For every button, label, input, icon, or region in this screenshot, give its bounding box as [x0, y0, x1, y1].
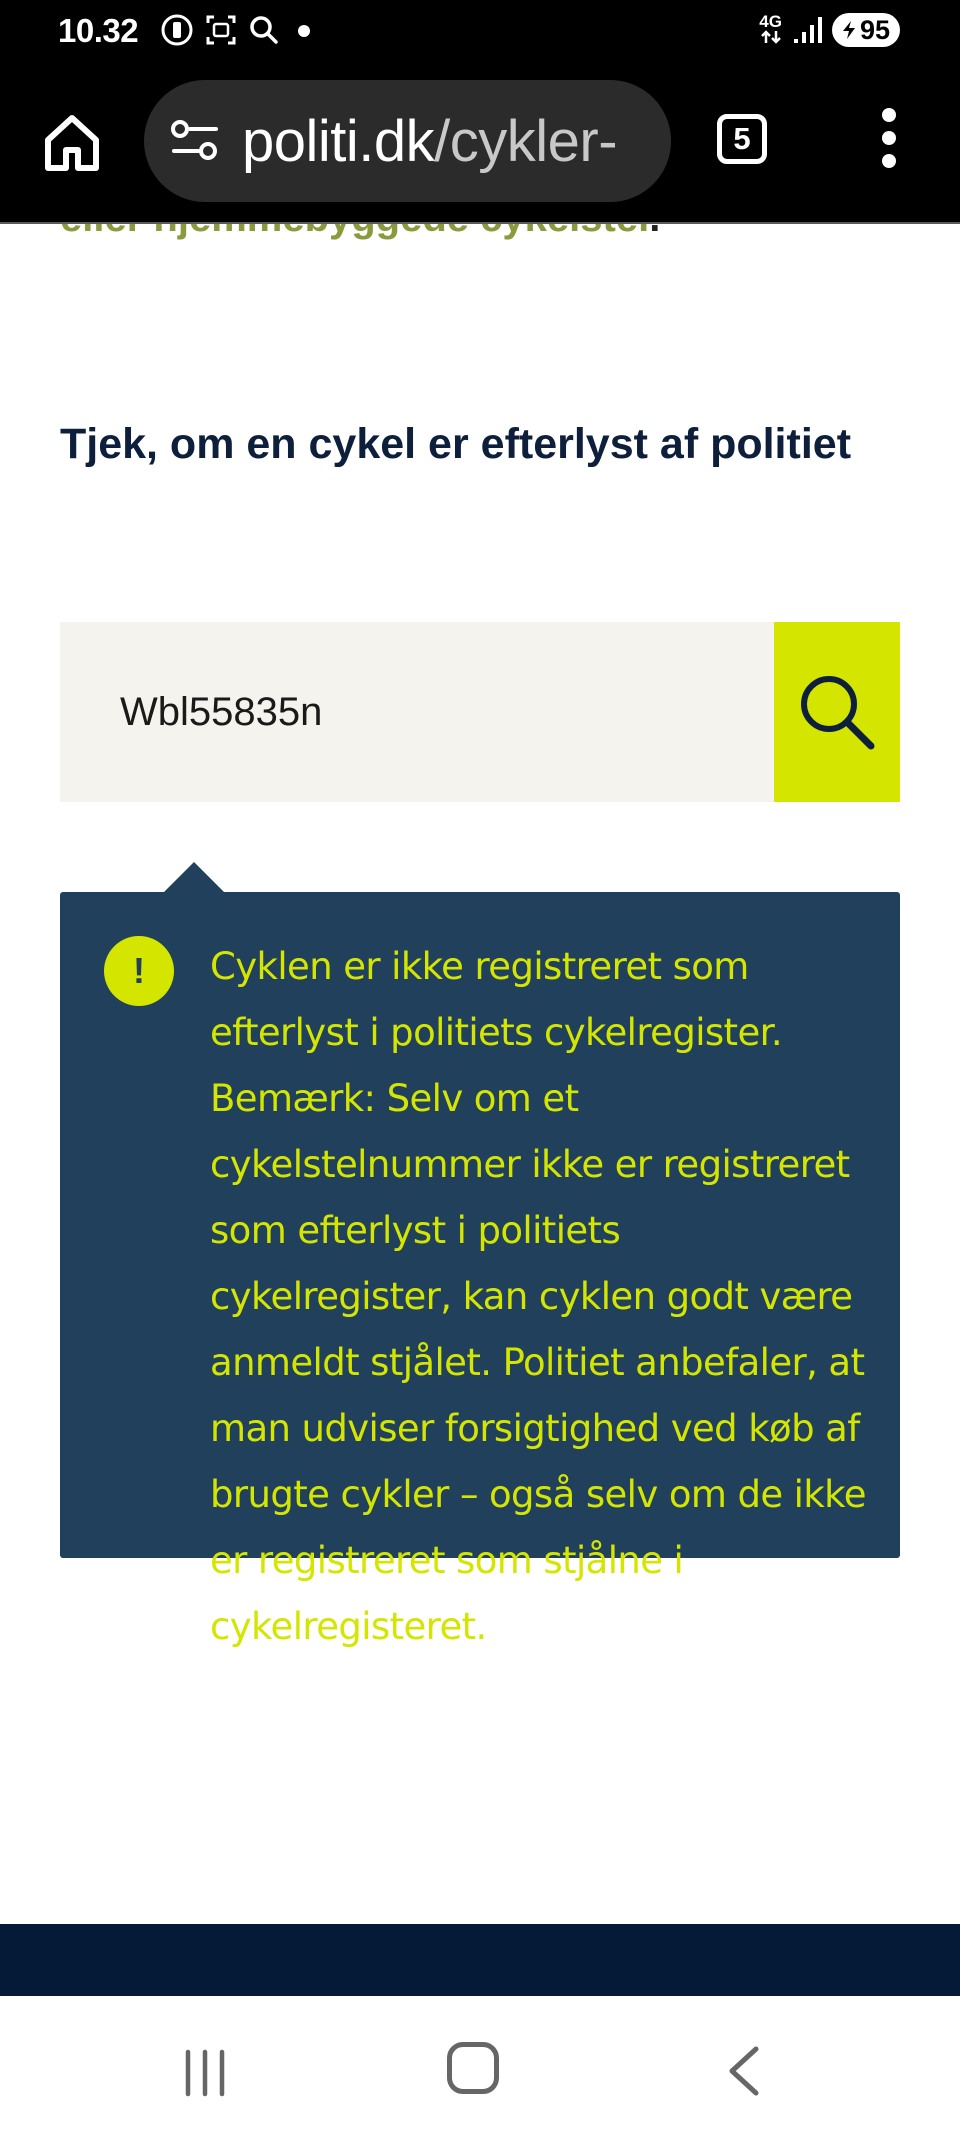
status-bar: 10.32 4G 95: [0, 0, 960, 62]
more-vert-icon[interactable]: [874, 108, 904, 168]
url-domain: politi.dk: [242, 109, 435, 174]
site-settings-icon[interactable]: [168, 118, 224, 164]
battery-level: 95: [859, 14, 890, 45]
cut-off-paragraph: eller hjemmebyggede cykelstel.: [60, 224, 660, 241]
page-title: Tjek, om en cykel er efterlyst af politi…: [60, 420, 852, 468]
url-fade: [621, 80, 671, 202]
search-icon: [250, 16, 278, 44]
home-icon: [45, 115, 99, 171]
notification-dot-icon: [298, 25, 310, 37]
system-nav-bar: [0, 1996, 960, 2140]
url-path: /cykler-: [434, 109, 618, 174]
status-time: 10.32: [58, 12, 139, 49]
recents-icon[interactable]: [183, 2048, 233, 2098]
search-button[interactable]: [774, 622, 900, 802]
frame-number-search-input[interactable]: [60, 622, 774, 802]
data-arrows-icon: [760, 29, 781, 44]
battery-icon: [842, 21, 855, 39]
home-button[interactable]: [40, 110, 104, 174]
battery-indicator: 95: [831, 13, 900, 47]
result-pointer: [164, 862, 224, 892]
tabs-button[interactable]: 5: [717, 114, 767, 164]
status-icons-left: [160, 13, 314, 47]
network-type: 4G: [759, 13, 782, 47]
url-text[interactable]: politi.dk/cykler-: [242, 108, 618, 175]
result-message: Cyklen er ikke registreret som efterlyst…: [210, 945, 866, 1648]
tab-count: 5: [733, 121, 751, 156]
screenshot-icon: [206, 15, 236, 45]
search-result-box: ! Cyklen er ikke registreret som efterly…: [60, 892, 900, 1648]
signal-icon: [793, 17, 822, 43]
back-icon[interactable]: [724, 2046, 764, 2096]
home-nav-icon[interactable]: [447, 2042, 499, 2094]
page-content: eller hjemmebyggede cykelstel. Tjek, om …: [0, 224, 960, 1924]
status-icons-right: 4G 95: [759, 13, 900, 47]
page-footer: [0, 1924, 960, 1996]
magnifier-icon: [801, 676, 875, 750]
url-bar[interactable]: politi.dk/cykler-: [144, 80, 671, 202]
alarm-icon: [161, 14, 193, 46]
browser-toolbar: politi.dk/cykler- 5: [0, 62, 960, 224]
exclamation-icon: !: [104, 936, 174, 1006]
